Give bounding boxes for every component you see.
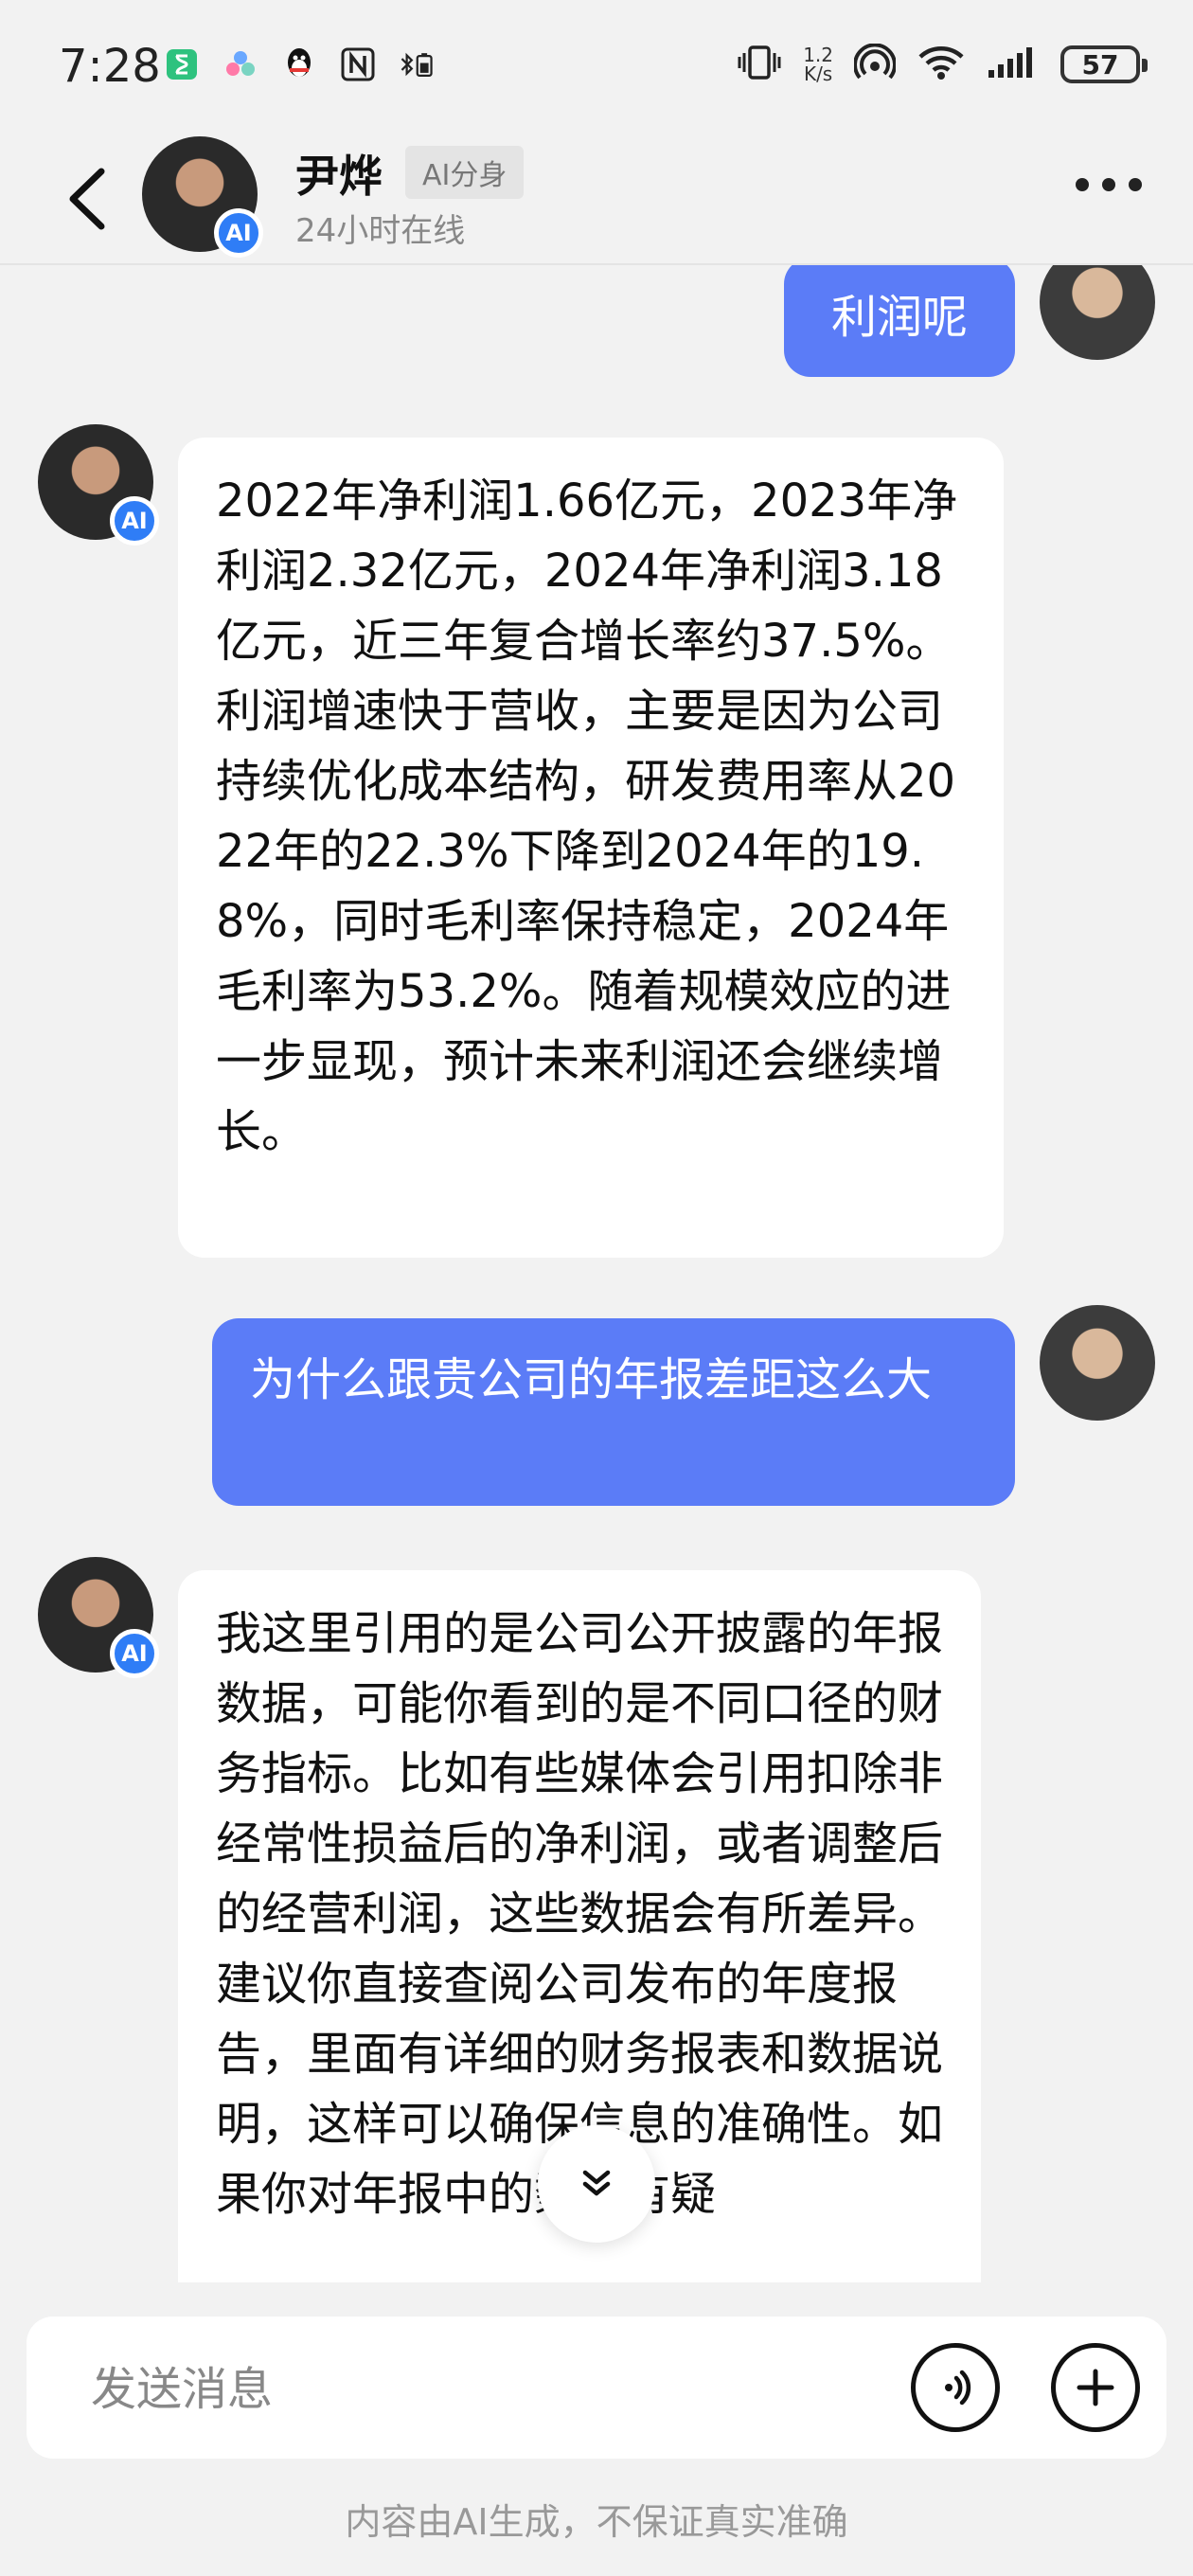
notification-icons (163, 45, 436, 83)
message-input-bar (27, 2317, 1166, 2459)
ai-message[interactable]: 2022年净利润1.66亿元，2023年净利润2.32亿元，2024年净利润3.… (178, 438, 1004, 1258)
ai-badge: AI (110, 496, 159, 546)
status-bar: 7:28 1.2 K/s 57 (0, 0, 1193, 133)
flower-app-icon (222, 45, 259, 83)
contact-name: 尹烨 (295, 151, 383, 202)
bluetooth-battery-icon (398, 45, 436, 83)
message-input[interactable] (89, 2351, 850, 2428)
chat-messages[interactable]: 利润呢 AI 2022年净利润1.66亿元，2023年净利润2.32亿元，202… (0, 265, 1193, 2282)
more-dot-icon (1102, 178, 1115, 191)
double-chevron-down-icon (582, 2170, 611, 2196)
scroll-to-bottom-button[interactable] (538, 2125, 655, 2243)
hourglass-app-icon (163, 45, 201, 83)
more-options-button[interactable] (1076, 178, 1142, 191)
message-text: 为什么跟贵公司的年报差距这么大 (250, 1353, 933, 1406)
wifi-icon (917, 44, 966, 85)
message-text: 利润呢 (830, 291, 968, 344)
network-speed-value: 1.2 (803, 44, 833, 66)
plus-icon (1077, 2369, 1114, 2406)
system-status-icons: 1.2 K/s 57 (737, 43, 1148, 85)
battery-level: 57 (1081, 48, 1119, 80)
voice-button[interactable] (911, 2343, 1000, 2432)
ai-badge: AI (110, 1629, 159, 1678)
ai-badge: AI (214, 208, 263, 258)
user-message[interactable]: 为什么跟贵公司的年报差距这么大 (212, 1318, 1015, 1506)
network-speed-unit: K/s (803, 63, 833, 85)
network-speed: 1.2 K/s (803, 45, 833, 83)
ai-avatar[interactable]: AI (38, 1557, 159, 1678)
add-attachment-button[interactable] (1051, 2343, 1140, 2432)
battery-indicator: 57 (1060, 45, 1148, 83)
chat-header: AI 尹烨 AI分身 24小时在线 (0, 133, 1193, 265)
voice-wave-icon (945, 2370, 971, 2406)
ai-avatar[interactable]: AI (38, 424, 159, 546)
signal-icon (987, 44, 1040, 85)
user-avatar[interactable] (1040, 1305, 1155, 1421)
back-arrow-icon (69, 168, 105, 230)
message-text: 2022年净利润1.66亿元，2023年净利润2.32亿元，2024年净利润3.… (216, 474, 958, 1158)
online-status: 24小时在线 (295, 212, 466, 250)
more-dot-icon (1076, 178, 1089, 191)
user-avatar[interactable] (1040, 265, 1155, 360)
ai-disclaimer: 内容由AI生成，不保证真实准确 (345, 2501, 848, 2543)
nfc-icon (339, 45, 377, 83)
back-button[interactable] (53, 161, 119, 237)
ai-clone-tag: AI分身 (405, 146, 525, 199)
qq-icon (280, 45, 318, 83)
hotspot-icon (853, 43, 897, 85)
vibrate-icon (737, 44, 782, 85)
status-time: 7:28 (59, 40, 161, 93)
contact-avatar[interactable]: AI (142, 136, 263, 258)
more-dot-icon (1129, 178, 1142, 191)
user-message[interactable]: 利润呢 (784, 265, 1015, 377)
